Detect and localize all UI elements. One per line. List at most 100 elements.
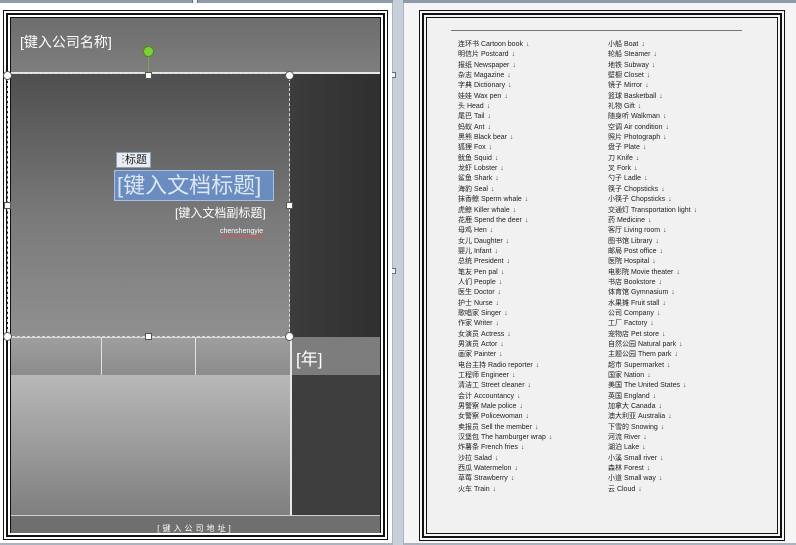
word-entry: 邮局 Post office ↓ <box>608 247 697 257</box>
word-entry-text: 汉堡包 The hamburger wrap <box>458 434 546 442</box>
resize-handle-top-left[interactable] <box>3 71 12 80</box>
word-entry: 女警察 Policewoman ↓ <box>458 412 552 422</box>
word-entry-text: 笔友 Pen pal <box>458 268 498 276</box>
word-entry: 照片 Photograph ↓ <box>608 133 697 143</box>
word-entry-text: 火车 Train <box>458 485 490 493</box>
resize-handle-top-right[interactable] <box>285 71 294 80</box>
line-break-mark-icon: ↓ <box>637 103 642 111</box>
word-entry-text: 河流 River <box>608 434 641 442</box>
word-entry: 会计 Accountancy ↓ <box>458 392 552 402</box>
word-entry-text: 电影院 Movie theater <box>608 268 674 276</box>
line-break-mark-icon: ↓ <box>659 92 663 100</box>
word-entry-text: 报纸 Newspaper <box>458 61 510 69</box>
resize-handle-left[interactable] <box>4 202 11 209</box>
resize-handle-bottom[interactable] <box>145 333 152 340</box>
word-entry-text: 虎鲸 Killer whale <box>458 206 510 214</box>
line-break-mark-icon: ↓ <box>495 320 499 328</box>
line-break-mark-icon: ↓ <box>511 372 516 379</box>
word-entry-text: 鲨鱼 Shark <box>458 175 493 183</box>
rotate-handle[interactable] <box>143 46 154 57</box>
line-break-mark-icon: ↓ <box>495 175 499 183</box>
word-entry-text: 云 Cloud <box>608 485 636 493</box>
word-entry-text: 女演员 Actress <box>458 330 505 338</box>
word-entry-text: 水果摊 Fruit stall <box>608 299 660 307</box>
word-entry-text: 药 Medicine <box>608 216 645 224</box>
word-entry-text: 卖报员 Sell the member <box>458 423 532 431</box>
word-entry: 书店 Bookstore ↓ <box>608 278 697 288</box>
line-break-mark-icon: ↓ <box>645 82 649 90</box>
word-entry: 下雪的 Snowing ↓ <box>608 423 697 433</box>
word-entry: 报纸 Newspaper ↓ <box>458 61 552 71</box>
word-entry-text: 轮船 Steamer <box>608 51 651 59</box>
word-entry-text: 西瓜 Watermelon <box>458 465 512 473</box>
word-entry: 礼物 Gift ↓ <box>608 102 697 112</box>
line-break-mark-icon: ↓ <box>525 413 530 421</box>
header-rule <box>451 30 742 31</box>
word-entry: 医生 Doctor ↓ <box>458 288 552 298</box>
word-entry-text: 草莓 Strawberry <box>458 475 508 483</box>
word-entry: 空调 Air condition ↓ <box>608 123 697 133</box>
company-name-field[interactable]: [键入公司名称] <box>20 32 112 52</box>
word-entry: 尾巴 Tail ↓ <box>458 112 552 122</box>
word-entry-text: 刀 Knife <box>608 154 633 162</box>
word-entry: 炸薯条 French fries ↓ <box>458 443 552 453</box>
line-break-mark-icon: ↓ <box>494 454 499 462</box>
line-break-mark-icon: ↓ <box>671 289 675 297</box>
year-field[interactable]: [年] <box>296 345 322 370</box>
word-entry-text: 随身听 Walkman <box>608 113 660 121</box>
title-content-control-tag[interactable]: 标题 <box>116 152 151 168</box>
word-entry-text: 明信片 Postcard <box>458 51 509 59</box>
word-entry-text: 叉 Fork <box>608 165 631 173</box>
line-break-mark-icon: ↓ <box>647 372 651 379</box>
line-break-mark-icon: ↓ <box>495 299 500 307</box>
word-entry-text: 小船 Boat <box>608 41 639 48</box>
word-entry-text: 盘子 Plate <box>608 144 640 152</box>
line-break-mark-icon: ↓ <box>658 475 663 483</box>
author-field[interactable]: chenshengyie <box>220 228 263 235</box>
line-break-mark-icon: ↓ <box>652 258 656 266</box>
word-entry: 沙拉 Salad ↓ <box>458 454 552 464</box>
word-entry-text: 澳大利亚 Australia <box>608 413 666 421</box>
word-entry: 杂志 Magazine ↓ <box>458 71 552 81</box>
word-entry: 字典 Dictionary ↓ <box>458 81 552 91</box>
word-entry-text: 篮球 Basketball <box>608 92 657 100</box>
line-break-mark-icon: ↓ <box>517 392 521 400</box>
word-entry: 卖报员 Sell the member ↓ <box>458 423 552 433</box>
word-entry-text: 工厂 Factory <box>608 320 648 328</box>
word-entry-text: 医生 Doctor <box>458 289 495 297</box>
word-entry: 森林 Forest ↓ <box>608 464 697 474</box>
company-address-field[interactable]: [键入公司地址] <box>11 523 380 534</box>
line-break-mark-icon: ↓ <box>510 134 514 142</box>
document-subtitle-field[interactable]: [键入文档副标题] <box>175 204 266 221</box>
word-entry: 蚂蚁 Ant ↓ <box>458 123 552 133</box>
document-title-field[interactable]: [键入文档标题] <box>114 170 274 201</box>
word-entry: 勺子 Ladle ↓ <box>608 174 697 184</box>
word-entry-text: 加拿大 Canada <box>608 403 656 411</box>
word-entry-text: 森林 Forest <box>608 465 644 473</box>
word-entry-text: 娃娃 Wax pen <box>458 92 502 100</box>
word-entry: 总统 President ↓ <box>458 257 552 267</box>
word-entry-text: 下雪的 Snowing <box>608 423 658 431</box>
word-entry: 男警察 Male police ↓ <box>458 402 552 412</box>
word-entry: 娃娃 Wax pen ↓ <box>458 92 552 102</box>
resize-handle-top[interactable] <box>145 72 152 79</box>
word-entry: 国家 Nation ↓ <box>608 371 697 381</box>
word-entry-text: 英国 England <box>608 392 650 400</box>
table-cell-divider <box>101 337 102 375</box>
resize-handle-bottom-left[interactable] <box>3 332 12 341</box>
line-break-mark-icon: ↓ <box>512 206 517 214</box>
line-break-mark-icon: ↓ <box>524 196 529 204</box>
resize-handle-bottom-right[interactable] <box>285 332 294 341</box>
word-entry: 主题公园 Them park ↓ <box>608 350 697 360</box>
line-break-mark-icon: ↓ <box>638 485 642 493</box>
word-entry: 清洁工 Street cleaner ↓ <box>458 381 552 391</box>
resize-handle-right[interactable] <box>286 202 293 209</box>
line-break-mark-icon: ↓ <box>504 92 508 100</box>
word-entry-text: 镜子 Mirror <box>608 82 643 90</box>
line-break-mark-icon: ↓ <box>504 309 508 317</box>
word-entry: 美国 The United States ↓ <box>608 381 697 391</box>
word-entry: 水果摊 Fruit stall ↓ <box>608 299 697 309</box>
word-entry-text: 医院 Hospital <box>608 258 650 266</box>
word-entry-text: 自然公园 Natural park <box>608 340 677 348</box>
line-break-mark-icon: ↓ <box>646 72 651 80</box>
